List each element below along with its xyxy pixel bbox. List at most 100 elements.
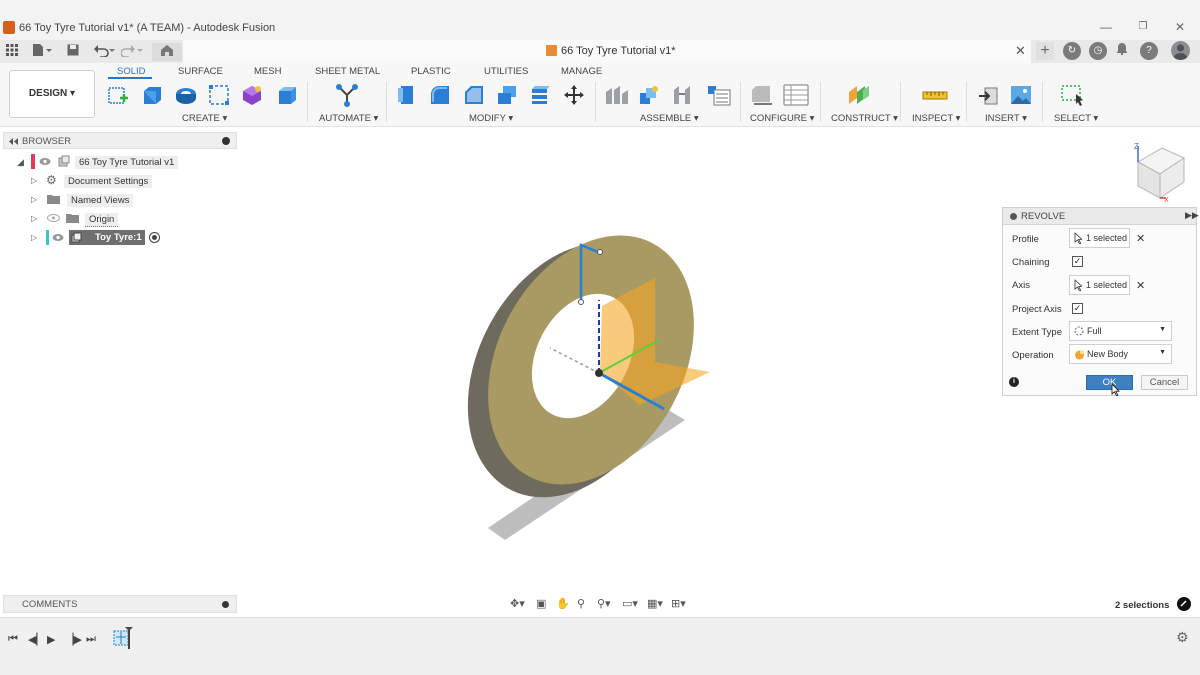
revolve-dialog-header[interactable]: REVOLVE ▶▶ bbox=[1003, 208, 1199, 225]
grid-settings-icon[interactable]: ▦▾ bbox=[647, 597, 663, 610]
extrude-icon[interactable] bbox=[141, 84, 163, 106]
play-icon[interactable]: ▶ bbox=[47, 633, 55, 646]
bill-of-materials-icon[interactable] bbox=[706, 84, 732, 106]
redo-icon[interactable] bbox=[120, 43, 144, 61]
step-back-icon[interactable]: ◀▏ bbox=[28, 633, 45, 646]
display-settings-icon[interactable]: ▭▾ bbox=[622, 597, 638, 610]
shell-icon[interactable] bbox=[496, 84, 518, 106]
assemble-group-label[interactable]: ASSEMBLE ▾ bbox=[640, 113, 699, 124]
undo-icon[interactable] bbox=[92, 43, 116, 61]
axis-selection-box[interactable]: 1 selected bbox=[1069, 275, 1130, 295]
fillet-icon[interactable] bbox=[429, 84, 451, 106]
box-icon[interactable] bbox=[276, 84, 298, 106]
save-icon[interactable] bbox=[65, 43, 81, 61]
fit-zoom-icon[interactable]: ⚲▾ bbox=[597, 597, 611, 610]
tree-item-origin[interactable]: ▷ Origin bbox=[31, 211, 171, 227]
expand-right-icon[interactable]: ▷ bbox=[31, 195, 37, 204]
ok-button[interactable]: OK bbox=[1086, 375, 1133, 390]
select-group-label[interactable]: SELECT ▾ bbox=[1054, 113, 1098, 124]
expand-right-icon[interactable]: ▷ bbox=[31, 214, 37, 223]
timeline-settings-gear-icon[interactable]: ⚙ bbox=[1176, 629, 1189, 646]
new-component-icon[interactable] bbox=[604, 84, 630, 106]
tab-surface[interactable]: SURFACE bbox=[178, 66, 223, 77]
collapse-arrows-icon[interactable] bbox=[8, 138, 18, 145]
sweep-icon[interactable] bbox=[208, 84, 230, 106]
combine-icon[interactable] bbox=[530, 84, 552, 106]
selection-count[interactable]: 2 selections bbox=[1115, 600, 1169, 611]
construct-group-label[interactable]: CONSTRUCT ▾ bbox=[831, 113, 898, 124]
clear-axis-icon[interactable]: ✕ bbox=[1136, 279, 1145, 292]
extensions-icon[interactable]: ↻ bbox=[1063, 42, 1081, 60]
tree-item-named-views[interactable]: ▷ Named Views bbox=[31, 192, 171, 208]
tab-manage[interactable]: MANAGE bbox=[561, 66, 602, 77]
measure-icon[interactable] bbox=[922, 84, 948, 106]
select-icon[interactable] bbox=[1060, 84, 1086, 106]
comments-add-icon[interactable] bbox=[222, 601, 229, 608]
expand-right-icon[interactable]: ▷ bbox=[31, 176, 37, 185]
configure-group-label[interactable]: CONFIGURE ▾ bbox=[750, 113, 814, 124]
design-workspace-dropdown[interactable]: DESIGN ▾ bbox=[9, 70, 95, 118]
panel-pin-icon[interactable] bbox=[222, 137, 230, 145]
clear-profile-icon[interactable]: ✕ bbox=[1136, 232, 1145, 245]
step-forward-icon[interactable]: ▕▶ bbox=[65, 633, 82, 646]
expand-dialog-icon[interactable]: ▶▶ bbox=[1185, 210, 1199, 221]
user-avatar[interactable] bbox=[1171, 41, 1190, 60]
as-built-joint-icon[interactable] bbox=[672, 84, 694, 106]
automate-group-label[interactable]: AUTOMATE ▾ bbox=[319, 113, 378, 124]
configuration-table-icon[interactable] bbox=[783, 84, 809, 106]
file-menu-icon[interactable] bbox=[30, 43, 54, 61]
form-icon[interactable] bbox=[241, 84, 263, 106]
tree-item-toy-tyre[interactable]: ▷ Toy Tyre:1 bbox=[31, 230, 171, 246]
insert-group-label[interactable]: INSERT ▾ bbox=[985, 113, 1027, 124]
expand-down-icon[interactable]: ◢ bbox=[17, 157, 24, 168]
selection-filter-icon[interactable] bbox=[1177, 597, 1191, 611]
tab-sheet-metal[interactable]: SHEET METAL bbox=[315, 66, 380, 77]
close-tab-icon[interactable]: ✕ bbox=[1015, 43, 1026, 59]
orbit-icon[interactable]: ✥▾ bbox=[510, 597, 525, 610]
minimize-button[interactable]: — bbox=[1097, 18, 1115, 36]
viewcube[interactable]: Z X bbox=[1128, 140, 1190, 204]
comments-panel-header[interactable]: COMMENTS bbox=[3, 595, 237, 613]
tab-mesh[interactable]: MESH bbox=[254, 66, 281, 77]
inspect-group-label[interactable]: INSPECT ▾ bbox=[912, 113, 960, 124]
cancel-button[interactable]: Cancel bbox=[1141, 375, 1188, 390]
restore-button[interactable]: ❐ bbox=[1134, 18, 1152, 36]
tab-plastic[interactable]: PLASTIC bbox=[411, 66, 451, 77]
tree-item-document-settings[interactable]: ▷ ⚙ Document Settings bbox=[31, 173, 171, 189]
close-window-button[interactable]: ✕ bbox=[1171, 18, 1189, 36]
timeline-sketch-feature-icon[interactable] bbox=[112, 627, 136, 651]
project-axis-checkbox[interactable]: ✓ bbox=[1072, 303, 1083, 314]
go-to-end-icon[interactable]: ⏭ bbox=[86, 633, 96, 646]
info-icon[interactable]: i bbox=[1009, 377, 1019, 387]
joint-icon[interactable] bbox=[638, 84, 660, 106]
apps-grid-icon[interactable] bbox=[4, 43, 20, 61]
hidden-eye-icon[interactable] bbox=[47, 214, 60, 222]
extent-type-dropdown[interactable]: Full ▼ bbox=[1069, 321, 1172, 341]
create-group-label[interactable]: CREATE ▾ bbox=[182, 113, 227, 124]
document-tab[interactable]: 66 Toy Tyre Tutorial v1* ✕ bbox=[183, 40, 1031, 63]
create-sketch-icon[interactable] bbox=[107, 84, 129, 106]
configure-icon[interactable] bbox=[750, 84, 774, 106]
go-to-start-icon[interactable]: ⏮ bbox=[8, 633, 18, 646]
automate-icon[interactable] bbox=[334, 82, 360, 108]
browser-panel-header[interactable]: BROWSER bbox=[3, 132, 237, 149]
insert-derive-icon[interactable] bbox=[977, 84, 999, 106]
chamfer-icon[interactable] bbox=[463, 84, 485, 106]
viewports-icon[interactable]: ⊞▾ bbox=[671, 597, 686, 610]
home-icon[interactable] bbox=[152, 43, 182, 61]
expand-right-icon[interactable]: ▷ bbox=[31, 233, 37, 242]
revolve-icon[interactable] bbox=[175, 84, 197, 106]
activate-radio-icon[interactable] bbox=[149, 232, 160, 243]
notifications-bell-icon[interactable] bbox=[1114, 42, 1130, 60]
modify-group-label[interactable]: MODIFY ▾ bbox=[469, 113, 513, 124]
move-icon[interactable] bbox=[563, 84, 585, 106]
job-status-icon[interactable]: ◷ bbox=[1089, 42, 1107, 60]
zoom-icon[interactable]: ⚲ bbox=[577, 597, 585, 610]
press-pull-icon[interactable] bbox=[396, 84, 418, 106]
profile-selection-box[interactable]: 1 selected bbox=[1069, 228, 1130, 248]
pan-hand-icon[interactable]: ✋ bbox=[556, 597, 570, 610]
insert-canvas-icon[interactable] bbox=[1010, 84, 1032, 106]
offset-plane-icon[interactable] bbox=[846, 84, 872, 106]
3d-viewport[interactable] bbox=[240, 128, 1000, 598]
help-icon[interactable]: ? bbox=[1140, 42, 1158, 60]
